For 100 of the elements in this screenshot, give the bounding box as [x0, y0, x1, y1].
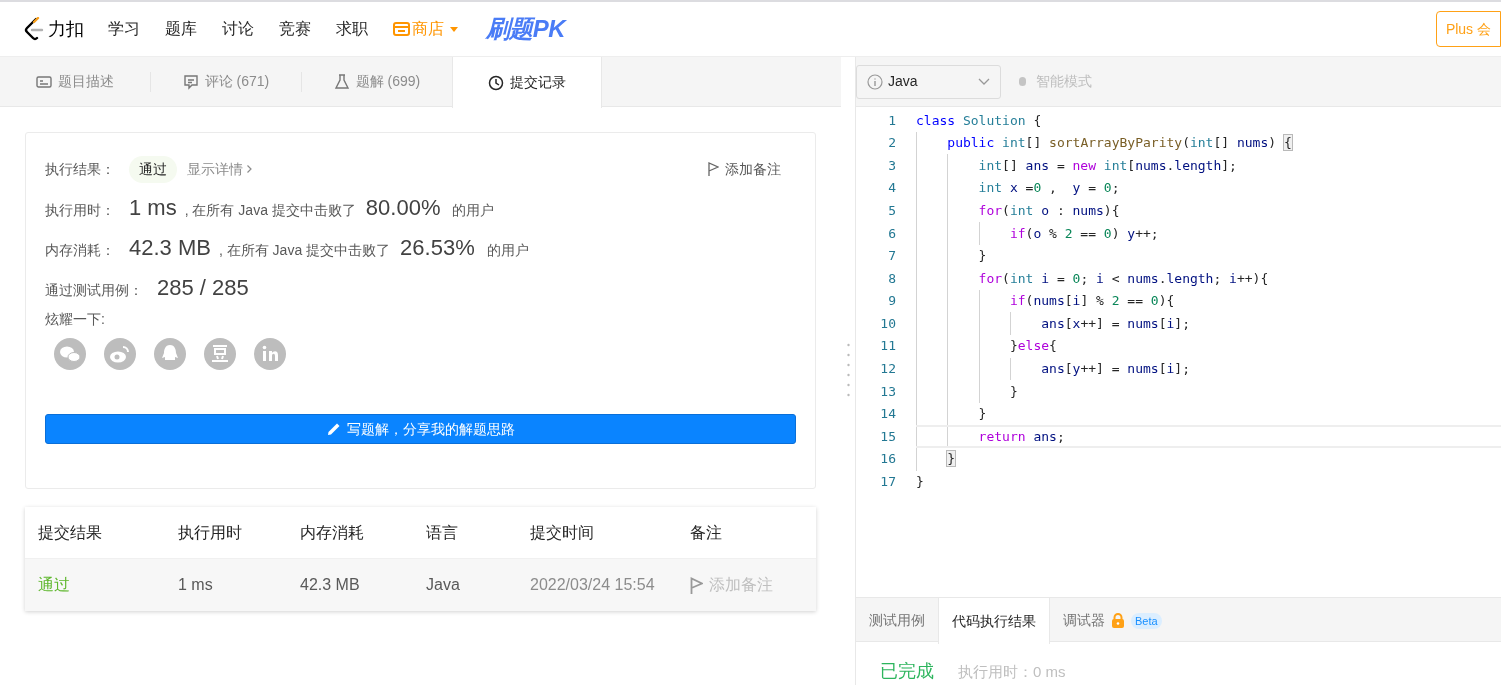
column-header: 语言 [426, 522, 459, 543]
code-text: } [1008, 382, 1018, 401]
line-number: 1 [887, 111, 896, 130]
lock-icon [1111, 613, 1125, 628]
flask-icon [333, 73, 350, 90]
share-label: 炫耀一下: [45, 310, 106, 329]
code-text: }else{ [1008, 337, 1057, 356]
penguin-icon[interactable] [154, 338, 186, 370]
runtime-text: 执行用时：0 ms [958, 662, 1066, 682]
flag-icon [708, 162, 719, 176]
nav-link[interactable]: 求职 [336, 17, 368, 41]
code-text: public int[] sortArrayByParity(int[] nums) { [946, 134, 1292, 153]
code-text: return ans; [977, 427, 1065, 446]
code-text: ans[x++] = nums[i]; [1040, 314, 1190, 333]
clock-icon [488, 74, 504, 91]
document-icon [36, 73, 52, 90]
line-number: 7 [887, 247, 896, 266]
line-number: 15 [879, 427, 896, 446]
wechat-icon[interactable] [54, 338, 86, 370]
line-number: 16 [879, 450, 896, 469]
label: 内存消耗： [45, 241, 115, 260]
result-status: 已完成 [880, 660, 934, 683]
code-text: if(o % 2 == 0) y++; [1008, 224, 1159, 243]
chevron-down-icon [978, 78, 990, 85]
line-number: 14 [879, 405, 896, 424]
metric-text: 的用户 [452, 201, 495, 220]
nav-link[interactable]: 学习 [108, 17, 140, 41]
metric-value: 1 ms [129, 194, 177, 222]
info-icon [867, 73, 883, 90]
percentile-value: 26.53% [400, 234, 475, 262]
console-tab[interactable]: 代码执行结果 [938, 598, 1050, 644]
details-link[interactable]: 显示详情 [187, 158, 252, 180]
status-link[interactable]: 通过 [38, 573, 178, 597]
tab[interactable]: 题目描述 [0, 57, 150, 106]
line-number: 3 [887, 156, 896, 175]
table-cell-text: 42.3 MB [300, 575, 361, 595]
line-number: 10 [879, 314, 896, 333]
code-text: int x =0 , y = 0; [977, 179, 1120, 198]
beta-badge: Beta [1131, 612, 1162, 629]
status-pill: 通过 [129, 155, 177, 183]
metric-value: 42.3 MB [129, 234, 211, 262]
promo-link[interactable]: 刷题PK [486, 11, 565, 47]
line-number: 11 [879, 337, 896, 356]
logo-icon [24, 17, 44, 41]
metric-text: 的用户 [486, 241, 529, 260]
code-text: if(nums[i] % 2 == 0){ [1008, 292, 1175, 311]
line-number: 17 [879, 473, 896, 492]
label: 执行用时： [45, 201, 115, 220]
column-header: 备注 [690, 522, 723, 543]
column-header: 执行用时 [178, 522, 243, 543]
table-cell-text: 2022/03/24 15:54 [530, 575, 656, 595]
line-number: 12 [879, 360, 896, 379]
code-text: for(int i = 0; i < nums.length; i++){ [977, 269, 1269, 288]
tab[interactable]: 提交记录 [452, 57, 602, 108]
code-text: for(int o : nums){ [977, 201, 1120, 220]
code-text: } [977, 247, 987, 266]
caret-icon [450, 26, 458, 32]
flag-icon [690, 576, 703, 594]
console-tab[interactable]: 测试用例 [856, 598, 938, 643]
tab[interactable]: 题解 (699) [302, 57, 452, 106]
add-note-button[interactable]: 添加备注 [708, 158, 781, 180]
label: 通过测试用例： [45, 281, 143, 300]
metric-text: , 在所有 Java 提交中击败了 [218, 241, 391, 260]
tab[interactable]: 评论 (671) [151, 57, 301, 106]
code-text: class Solution { [916, 111, 1042, 130]
table-cell-text: Java [426, 575, 461, 595]
metric-text: , 在所有 Java 提交中击败了 [184, 201, 356, 220]
pencil-icon [326, 422, 341, 436]
nav-link[interactable]: 讨论 [222, 17, 254, 41]
line-number: 13 [879, 382, 896, 401]
logo-link[interactable]: 力扣 [24, 15, 84, 43]
line-number: 8 [887, 269, 896, 288]
line-number: 5 [887, 201, 896, 220]
chevron-right-icon [247, 165, 252, 173]
code-text: } [977, 405, 987, 424]
line-number: 4 [887, 179, 896, 198]
code-text: } [916, 473, 924, 492]
line-number: 2 [887, 134, 896, 153]
column-header: 提交时间 [530, 522, 595, 543]
code-text: int[] ans = new int[nums.length]; [977, 156, 1237, 175]
test-count: 285 / 285 [157, 274, 249, 302]
table-cell-text: 1 ms [178, 575, 214, 595]
linkedin-icon[interactable] [254, 338, 286, 370]
line-number: 6 [887, 224, 896, 243]
label: 执行结果： [45, 159, 115, 179]
code-text: ans[y++] = nums[i]; [1040, 360, 1190, 379]
percentile-value: 80.00% [365, 194, 441, 222]
line-number: 9 [887, 292, 896, 311]
column-header: 提交结果 [38, 522, 103, 543]
console-tab[interactable]: 调试器 Beta [1050, 598, 1175, 643]
comment-icon [182, 73, 199, 90]
weibo-icon[interactable] [104, 338, 136, 370]
column-header: 内存消耗 [300, 522, 365, 543]
write-solution-button[interactable]: 写题解，分享我的解题思路 [45, 414, 796, 444]
store-icon [393, 22, 410, 36]
nav-link[interactable]: 题库 [165, 17, 197, 41]
language-select[interactable]: Java [856, 64, 1001, 99]
nav-link[interactable]: 竞赛 [279, 17, 311, 41]
douban-icon[interactable] [204, 338, 236, 370]
code-text: } [946, 450, 956, 469]
